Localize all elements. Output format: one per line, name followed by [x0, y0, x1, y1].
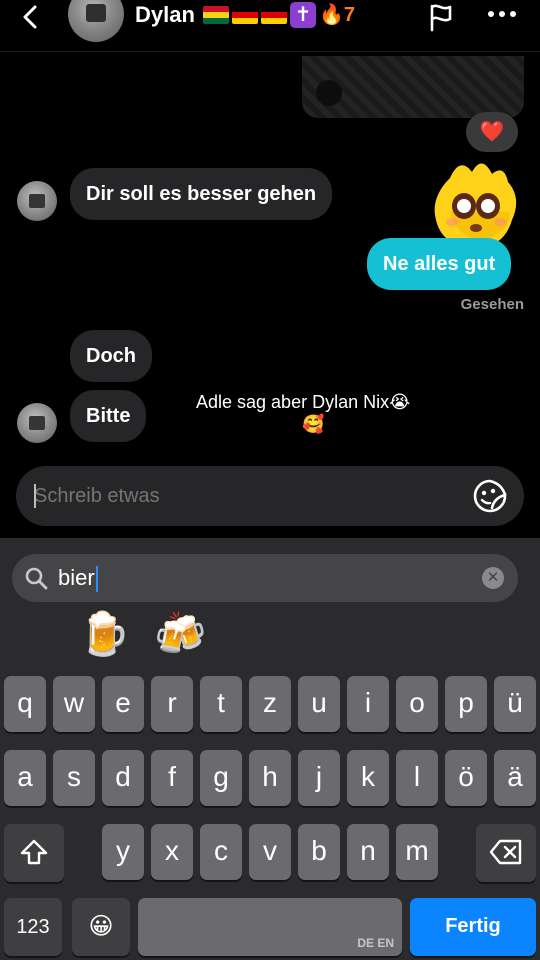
seen-status: Gesehen — [460, 296, 524, 313]
key-c[interactable]: c — [200, 824, 242, 880]
key-r[interactable]: r — [151, 676, 193, 732]
ghana-flag-icon — [203, 6, 229, 24]
done-key[interactable]: Fertig — [410, 898, 536, 956]
key-x[interactable]: x — [151, 824, 193, 880]
key-g[interactable]: g — [200, 750, 242, 806]
contact-name[interactable]: Dylan — [135, 0, 195, 30]
key-ä[interactable]: ä — [494, 750, 536, 806]
name-emoji-badges: ✝ 🔥7 — [203, 2, 355, 28]
key-v[interactable]: v — [249, 824, 291, 880]
space-key[interactable]: DE EN — [138, 898, 402, 956]
key-w[interactable]: w — [53, 676, 95, 732]
overlay-caption: Adle sag aber Dylan Nix😭 — [196, 392, 411, 412]
contact-avatar[interactable] — [68, 0, 124, 42]
key-h[interactable]: h — [249, 750, 291, 806]
key-s[interactable]: s — [53, 750, 95, 806]
location-pin-icon — [316, 80, 342, 106]
emoji-search-field[interactable]: bier ✕ — [12, 554, 518, 602]
key-k[interactable]: k — [347, 750, 389, 806]
back-icon[interactable] — [18, 4, 44, 30]
outgoing-message[interactable]: Ne alles gut — [367, 238, 512, 290]
key-t[interactable]: t — [200, 676, 242, 732]
key-ü[interactable]: ü — [494, 676, 536, 732]
cross-icon: ✝ — [290, 2, 316, 28]
key-y[interactable]: y — [102, 824, 144, 880]
key-z[interactable]: z — [249, 676, 291, 732]
incoming-message[interactable]: Doch — [70, 330, 152, 382]
clinking-beers-emoji[interactable]: 🍻 — [154, 610, 206, 659]
emoji-search-value[interactable]: bier — [58, 554, 98, 602]
key-o[interactable]: o — [396, 676, 438, 732]
message-composer — [16, 466, 524, 526]
report-flag-icon[interactable] — [426, 2, 456, 32]
keyboard-languages: DE EN — [357, 936, 394, 950]
emoji-keyboard-key[interactable]: 😀 — [72, 898, 130, 956]
shift-key[interactable] — [4, 824, 64, 882]
key-e[interactable]: e — [102, 676, 144, 732]
sender-avatar[interactable] — [17, 403, 57, 443]
germany-flag-icon — [261, 6, 287, 24]
key-m[interactable]: m — [396, 824, 438, 880]
germany-flag-icon — [232, 6, 258, 24]
numbers-key[interactable]: 123 — [4, 898, 62, 956]
sender-avatar[interactable] — [17, 181, 57, 221]
key-l[interactable]: l — [396, 750, 438, 806]
key-b[interactable]: b — [298, 824, 340, 880]
sticker-icon[interactable] — [472, 478, 508, 514]
incoming-message[interactable]: Dir soll es besser gehen — [70, 168, 333, 220]
shift-icon — [20, 839, 48, 865]
chat-header: Dylan ✝ 🔥7 — [0, 0, 540, 52]
backspace-key[interactable] — [476, 824, 536, 882]
key-j[interactable]: j — [298, 750, 340, 806]
search-icon — [25, 567, 48, 590]
beer-mug-emoji[interactable]: 🍺 — [78, 610, 130, 659]
heart-reaction[interactable]: ❤️ — [466, 112, 518, 152]
clear-search-icon[interactable]: ✕ — [482, 567, 504, 589]
key-u[interactable]: u — [298, 676, 340, 732]
key-f[interactable]: f — [151, 750, 193, 806]
key-p[interactable]: p — [445, 676, 487, 732]
incoming-message[interactable]: Bitte — [70, 390, 147, 442]
streak-badge: 🔥7 — [319, 4, 356, 26]
overlay-emoji: 🥰 — [302, 414, 325, 434]
more-options-icon[interactable] — [486, 6, 518, 22]
text-cursor — [34, 484, 36, 508]
key-q[interactable]: q — [4, 676, 46, 732]
key-a[interactable]: a — [4, 750, 46, 806]
key-n[interactable]: n — [347, 824, 389, 880]
emoji-search-keyboard: bier ✕ 🍺 🍻 qwertzuiopü asdfghjklöä yxcvbnm… — [0, 538, 540, 960]
backspace-icon — [489, 839, 522, 865]
message-input[interactable] — [34, 466, 454, 526]
key-d[interactable]: d — [102, 750, 144, 806]
key-ö[interactable]: ö — [445, 750, 487, 806]
key-i[interactable]: i — [347, 676, 389, 732]
